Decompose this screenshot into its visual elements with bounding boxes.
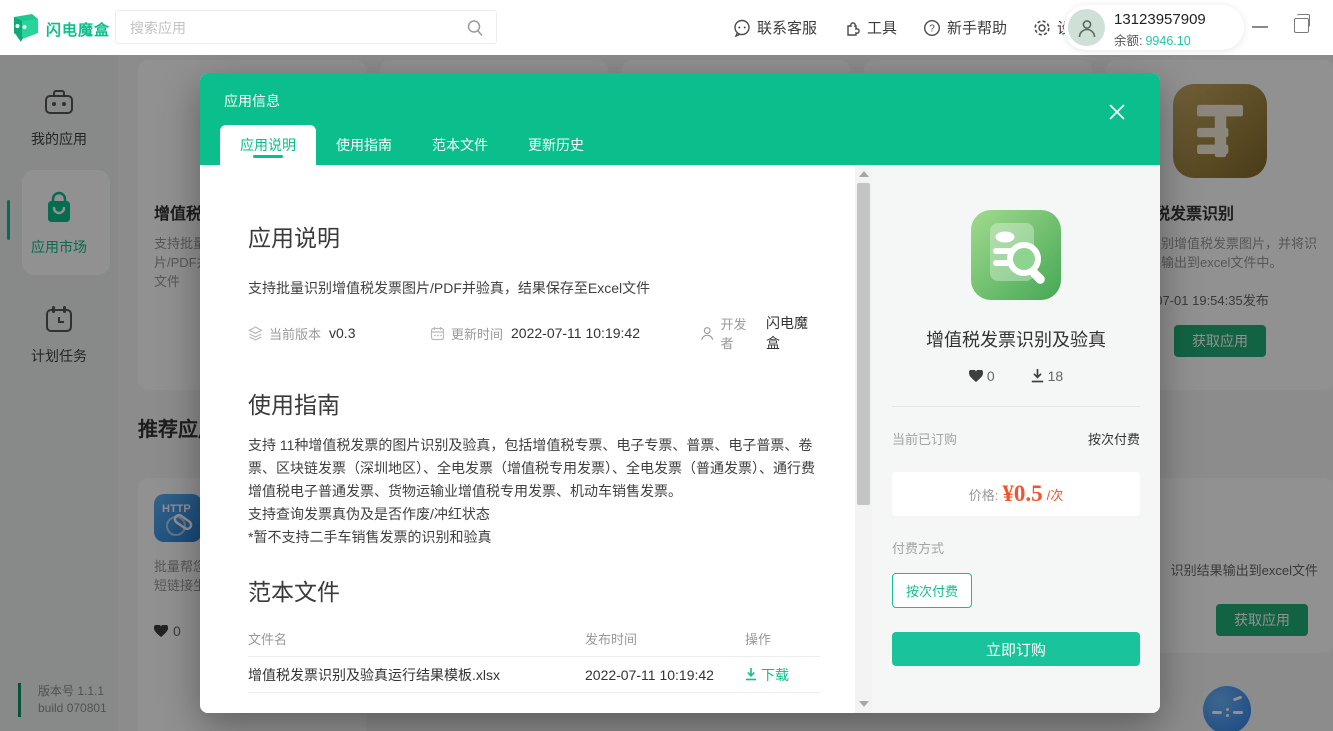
price-value: ¥0.5 [1002,481,1043,506]
tab-update-history[interactable]: 更新历史 [508,125,604,165]
download-link[interactable]: 下载 [745,665,820,685]
modal-title: 应用信息 [224,93,280,109]
scroll-up-arrow[interactable] [859,171,869,177]
contact-support-button[interactable]: 联系客服 [733,17,817,38]
panel-app-name: 增值税发票识别及验真 [926,330,1106,350]
download-icon [746,668,756,681]
app-window: 我的应用 应用市场 计划任务 版本号 1.1.1 build 070801 支持… [0,0,1333,731]
help-button[interactable]: ? 新手帮助 [923,17,1007,38]
file-name: 增值税发票识别及验真运行结果模板.xlsx [248,666,500,683]
guide-paragraph-2: 支持查询发票真伪及是否作废/冲红状态 [248,506,490,522]
downloads-count: 18 [1047,368,1064,384]
subscription-row: 当前已订购 按次付费 [892,429,1140,448]
guide-paragraph-3: *暂不支持二手车销售发票的识别和验真 [248,529,492,545]
scrollbar[interactable] [855,165,872,713]
tab-usage-guide[interactable]: 使用指南 [316,125,412,165]
download-label: 下载 [761,666,789,683]
app-name: 闪电魔盒 [46,22,111,39]
pay-method-label: 付费方式 [892,541,945,556]
file-date: 2022-07-11 10:19:42 [585,666,714,683]
download-count-icon [1031,369,1043,383]
tools-button[interactable]: 工具 [843,17,897,38]
meta-updated-label: 更新时间 [451,326,504,342]
meta-version-value: v0.3 [329,325,356,341]
heart-icon [968,369,983,382]
search-input[interactable] [128,11,462,45]
topbar-nav: 联系客服 工具 ? 新手帮助 设置 [733,0,1087,55]
minimize-button[interactable] [1252,26,1268,28]
search-icon[interactable] [466,19,484,37]
app-description-text: 支持批量识别增值税发票图片/PDF并验真，结果保存至Excel文件 [248,280,651,296]
person-icon [701,326,714,340]
meta-version-label: 当前版本 [269,326,322,342]
modal-content: 应用说明 支持批量识别增值税发票图片/PDF并验真，结果保存至Excel文件 当… [200,165,872,713]
search-box[interactable] [115,10,497,45]
tools-label: 工具 [867,20,898,37]
modal-body: 应用说明 支持批量识别增值税发票图片/PDF并验真，结果保存至Excel文件 当… [200,165,1160,713]
scroll-down-arrow[interactable] [859,701,869,707]
balance-value: 9946.10 [1145,34,1191,48]
usage-guide-text: 支持 11种增值税发票的图片识别及验真，包括增值税专票、电子专票、普票、电子普票… [248,434,820,549]
modal-header: 应用信息 应用说明 使用指南 范本文件 更新历史 [200,73,1160,165]
avatar [1068,9,1105,46]
price-unit: /次 [1046,487,1064,503]
account-pill[interactable]: 13123957909 余额: 9946.10 [1064,5,1244,50]
likes-stat: 0 [968,368,995,384]
price-card: 价格: ¥0.5 /次 [892,472,1140,516]
downloads-stat: 18 [1031,368,1064,384]
subscription-value: 按次付费 [1087,432,1140,447]
app-logo-icon [14,14,38,42]
subscription-label: 当前已订购 [892,432,958,447]
close-icon[interactable] [1106,101,1128,123]
tab-app-description[interactable]: 应用说明 [220,125,316,165]
layers-icon [248,325,263,341]
meta-developer-label: 开发者 [720,317,747,351]
app-meta-row: 当前版本 v0.3 更新时间 2022-07-11 10:19:42 开发者 闪… [248,313,820,353]
likes-count: 0 [986,368,995,384]
section-heading-files: 范本文件 [248,579,340,605]
scrollbar-thumb[interactable] [857,183,870,505]
col-filename: 文件名 [248,632,288,647]
topbar: 闪电魔盒 联系客服 工具 [0,0,1333,55]
sample-files-table: 文件名 发布时间 操作 增值税发票识别及验真运行结果模板.xlsx 2022-0… [248,621,820,693]
modal-tabs: 应用说明 使用指南 范本文件 更新历史 [220,125,604,165]
guide-paragraph-1: 支持 11种增值税发票的图片识别及验真，包括增值税专票、电子专票、普票、电子普票… [248,437,815,499]
meta-version: 当前版本 v0.3 [248,313,430,353]
col-action: 操作 [745,632,772,647]
table-header-row: 文件名 发布时间 操作 [248,621,820,657]
contact-support-label: 联系客服 [757,20,818,37]
meta-updated: 更新时间 2022-07-11 10:19:42 [430,313,700,353]
section-heading-guide: 使用指南 [248,392,340,418]
col-publish-date: 发布时间 [585,632,638,647]
app-icon-large [971,210,1061,300]
puzzle-icon [847,21,860,36]
svg-text:?: ? [929,23,935,34]
meta-developer-value: 闪电魔盒 [766,315,809,351]
calendar-icon [430,326,445,340]
account-phone: 13123957909 [1114,11,1206,28]
balance-label: 余额: [1114,34,1143,48]
price-label: 价格: [968,487,999,503]
chat-bubble-icon [734,19,750,37]
meta-developer: 开发者 闪电魔盒 [700,313,820,353]
panel-divider [892,406,1140,407]
order-now-button[interactable]: 立即订购 [892,632,1140,666]
gear-icon [1034,19,1050,36]
help-label: 新手帮助 [947,20,1008,37]
help-icon: ? [924,19,941,36]
user-icon [1078,19,1095,37]
pay-per-use-chip[interactable]: 按次付费 [892,573,973,608]
account-balance: 余额: 9946.10 [1114,30,1191,49]
restore-window-button[interactable] [1294,14,1310,33]
panel-stats: 0 18 [892,368,1140,384]
table-row: 增值税发票识别及验真运行结果模板.xlsx 2022-07-11 10:19:4… [248,657,820,693]
meta-updated-value: 2022-07-11 10:19:42 [511,325,640,341]
tab-sample-files[interactable]: 范本文件 [412,125,508,165]
section-heading-description: 应用说明 [248,225,340,251]
purchase-panel: 增值税发票识别及验真 0 18 当前已订购 按次付费 价格: ¥0.5 /次 付… [872,165,1160,713]
app-info-modal: 应用信息 应用说明 使用指南 范本文件 更新历史 应用说明 支持批量识别增值税发… [200,73,1160,713]
